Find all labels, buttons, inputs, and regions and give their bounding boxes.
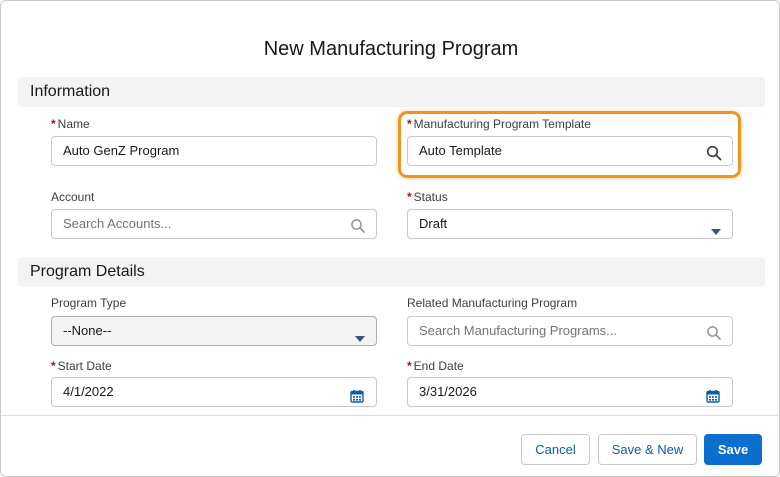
account-label: Account: [51, 190, 95, 204]
required-marker: *: [51, 359, 56, 373]
cancel-button[interactable]: Cancel: [521, 434, 590, 465]
search-icon[interactable]: [706, 323, 722, 340]
program-type-value: --None--: [63, 323, 112, 338]
required-marker: *: [51, 117, 56, 131]
highlight-callout: [398, 111, 741, 178]
program-type-select[interactable]: --None--: [51, 316, 377, 346]
section-header-program-details[interactable]: Program Details: [18, 257, 765, 287]
status-select[interactable]: Draft: [407, 209, 733, 239]
calendar-icon[interactable]: [350, 385, 366, 403]
end-date-value: 3/31/2026: [419, 384, 477, 399]
calendar-icon[interactable]: [706, 385, 722, 403]
end-date-input[interactable]: 3/31/2026: [407, 377, 733, 407]
footer-divider: [1, 415, 779, 416]
related-program-label: Related Manufacturing Program: [407, 296, 578, 310]
account-placeholder: Search Accounts...: [63, 216, 172, 231]
related-program-placeholder: Search Manufacturing Programs...: [419, 323, 617, 338]
save-and-new-button[interactable]: Save & New: [598, 434, 697, 465]
status-label: * Status: [407, 190, 448, 204]
required-marker: *: [407, 359, 412, 373]
chevron-down-icon: [710, 219, 722, 235]
search-icon[interactable]: [350, 216, 366, 233]
section-header-information[interactable]: Information: [18, 77, 765, 107]
end-date-label: * End Date: [407, 359, 464, 373]
save-button[interactable]: Save: [704, 434, 762, 465]
name-label: * Name: [51, 117, 90, 131]
modal-dialog: New Manufacturing Program Information * N…: [0, 0, 780, 477]
start-date-label: * Start Date: [51, 359, 112, 373]
related-program-lookup-input[interactable]: Search Manufacturing Programs...: [407, 316, 733, 346]
modal-title: New Manufacturing Program: [263, 38, 519, 60]
account-lookup-input[interactable]: Search Accounts...: [51, 209, 377, 239]
chevron-down-icon: [354, 326, 366, 342]
status-value: Draft: [419, 216, 448, 231]
start-date-value: 4/1/2022: [63, 384, 114, 399]
program-type-label: Program Type: [51, 296, 127, 310]
name-input[interactable]: Auto GenZ Program: [51, 136, 377, 166]
required-marker: *: [407, 190, 412, 204]
start-date-input[interactable]: 4/1/2022: [51, 377, 377, 407]
